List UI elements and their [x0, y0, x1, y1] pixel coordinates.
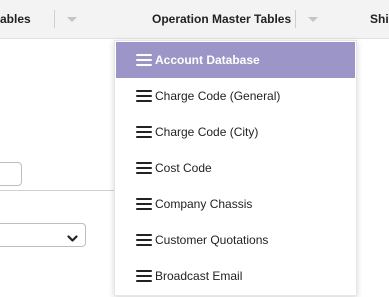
hamburger-icon [136, 198, 152, 210]
menu-item-label: Charge Code (General) [155, 89, 281, 103]
tab-label: Operation Master Tables [152, 12, 292, 26]
menu-item-cost-code[interactable]: Cost Code [116, 150, 355, 186]
hamburger-icon [136, 54, 152, 66]
text-input[interactable] [0, 162, 22, 186]
tab-label: Shi [370, 12, 389, 26]
caret-down-icon[interactable] [307, 0, 319, 38]
menu-item-label: Customer Quotations [155, 233, 269, 247]
menu-item-label: Charge Code (City) [155, 125, 259, 139]
tab-label: ables [0, 12, 31, 26]
top-navigation-bar: ables Operation Master Tables Shi [0, 0, 389, 39]
menu-item-label: Account Database [155, 53, 260, 67]
operation-master-tables-dropdown: Account Database Charge Code (General) C… [114, 40, 357, 296]
hamburger-icon [136, 270, 152, 282]
menu-item-charge-code-general[interactable]: Charge Code (General) [116, 78, 355, 114]
menu-item-label: Company Chassis [155, 197, 253, 211]
hamburger-icon [136, 126, 152, 138]
hamburger-icon [136, 90, 152, 102]
divider [0, 190, 114, 191]
menu-item-label: Cost Code [155, 161, 212, 175]
hamburger-icon [136, 234, 152, 246]
menu-item-company-chassis[interactable]: Company Chassis [116, 186, 355, 222]
chevron-down-icon [67, 230, 78, 248]
caret-down-icon[interactable] [66, 0, 78, 38]
tab-separator [295, 10, 296, 28]
tab-master-tables[interactable]: ables [0, 0, 31, 38]
menu-item-account-database[interactable]: Account Database [116, 42, 355, 78]
menu-item-label: Broadcast Email [155, 269, 243, 283]
select-field[interactable] [0, 223, 86, 247]
tab-separator [54, 10, 55, 28]
hamburger-icon [136, 162, 152, 174]
tab-operation-master-tables[interactable]: Operation Master Tables [152, 0, 291, 38]
menu-item-charge-code-city[interactable]: Charge Code (City) [116, 114, 355, 150]
menu-item-customer-quotations[interactable]: Customer Quotations [116, 222, 355, 258]
tab-shipping[interactable]: Shi [370, 0, 389, 38]
menu-item-broadcast-email[interactable]: Broadcast Email [116, 258, 355, 294]
